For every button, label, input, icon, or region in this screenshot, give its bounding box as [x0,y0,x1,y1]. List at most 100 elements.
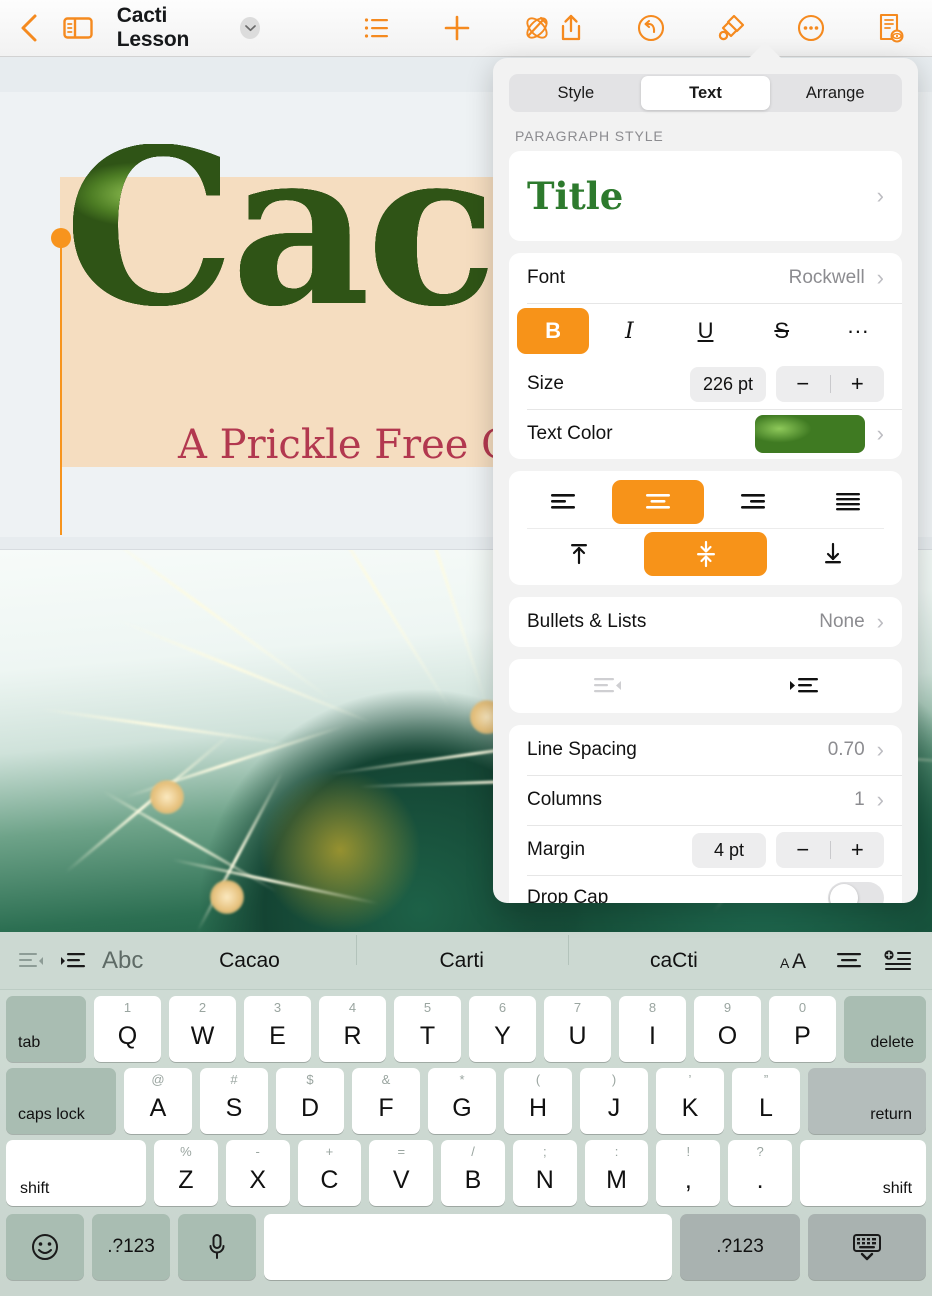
tab-arrange[interactable]: Arrange [770,76,900,110]
size-increment-button[interactable]: + [831,371,885,397]
key-o[interactable]: 9O [694,996,761,1062]
key-emoji[interactable] [6,1214,84,1280]
suggestion-3[interactable]: caCti [567,934,780,973]
key-y[interactable]: 6Y [469,996,536,1062]
font-row[interactable]: Font Rockwell › [509,253,902,303]
key-x[interactable]: -X [225,1140,290,1206]
key-caps-lock[interactable]: caps lock [6,1068,116,1134]
key-q[interactable]: 1Q [94,996,161,1062]
key-main-label: O [717,1021,738,1050]
key-shift-left[interactable]: shift [6,1140,146,1206]
margin-increment-button[interactable]: + [831,837,885,863]
key-v[interactable]: = V [369,1140,434,1206]
outdent-icon[interactable] [18,952,44,970]
suggestion-1[interactable]: Cacao [143,949,355,973]
align-bottom-button[interactable] [771,532,894,576]
key-delete[interactable]: delete [844,996,926,1062]
align-justify-button[interactable] [803,480,894,524]
key-s[interactable]: # S [200,1068,268,1134]
key-shift-right[interactable]: shift [800,1140,927,1206]
tab-text[interactable]: Text [640,76,771,110]
align-top-button[interactable] [517,532,640,576]
text-selection-handle[interactable] [51,228,71,248]
chevron-down-icon[interactable] [240,17,260,39]
bullets-row[interactable]: Bullets & Lists None › [509,597,902,647]
key-k[interactable]: ’ K [656,1068,724,1134]
key-b[interactable]: / B [441,1140,505,1206]
margin-value[interactable]: 4 pt [692,832,766,868]
key-t[interactable]: 5T [394,996,461,1062]
document-title[interactable]: Cacti Lesson [117,4,231,52]
key-c[interactable]: + C [297,1140,362,1206]
margin-decrement-button[interactable]: − [776,837,830,863]
key-numeric-right[interactable]: .?123 [680,1214,800,1280]
key-p[interactable]: 0P [769,996,836,1062]
paragraph-style-row[interactable]: Title › [509,151,902,241]
align-right-button[interactable] [708,480,799,524]
text-size-icon[interactable]: A A [780,950,814,972]
key-a[interactable]: @ A [124,1068,192,1134]
more-options-icon[interactable] [794,11,828,45]
text-color-row[interactable]: Text Color › [509,409,902,459]
insert-list-icon[interactable] [884,949,912,972]
size-value[interactable]: 226 pt [689,366,766,402]
key-numeric-left[interactable]: .?123 [92,1214,170,1280]
italic-button[interactable]: I [593,308,665,354]
key-j[interactable]: ) J [580,1068,648,1134]
key-g[interactable]: * G [428,1068,496,1134]
align-left-button[interactable] [517,480,608,524]
key-e[interactable]: 3E [244,996,311,1062]
drop-cap-row[interactable]: Drop Cap [509,875,902,903]
key-u[interactable]: 7U [544,996,611,1062]
smart-annotation-icon[interactable] [520,11,554,45]
suggestion-2[interactable]: Carti [355,934,568,973]
format-brush-icon[interactable] [714,11,748,45]
text-color-swatch[interactable] [754,415,865,453]
key-microphone[interactable] [178,1214,256,1280]
key-alt-label: 9 [723,1000,732,1015]
insert-icon[interactable] [440,11,474,45]
key-w[interactable]: 2W [169,996,236,1062]
indent-icon[interactable] [60,952,86,970]
key-comma[interactable]: !, [656,1140,721,1206]
decrease-indent-button[interactable] [509,659,706,713]
strikethrough-button[interactable]: S [746,308,818,354]
bullets-card[interactable]: Bullets & Lists None › [509,597,902,647]
align-middle-button[interactable] [644,532,767,576]
key-d[interactable]: $ D [276,1068,344,1134]
key-i[interactable]: 8I [619,996,686,1062]
increase-indent-button[interactable] [706,659,903,713]
key-main-label: E [269,1021,286,1050]
key-m[interactable]: :M [584,1140,649,1206]
key-f[interactable]: & F [352,1068,420,1134]
more-text-options-button[interactable]: ··· [822,308,894,354]
paragraph-style-card[interactable]: Title › [509,151,902,241]
key-n[interactable]: ; N [512,1140,577,1206]
share-icon[interactable] [554,11,588,45]
key-space[interactable] [264,1214,672,1280]
size-decrement-button[interactable]: − [776,371,830,397]
key-return[interactable]: return [808,1068,926,1134]
key-z[interactable]: % Z [154,1140,218,1206]
keyboard-row-3: shift % Z -X + C = V / B ; N :M !, ?. shift [0,1140,932,1206]
key-period[interactable]: ?. [728,1140,793,1206]
document-view-icon[interactable] [874,11,908,45]
tab-style[interactable]: Style [511,76,641,110]
columns-row[interactable]: Columns 1 › [509,775,902,825]
align-icon[interactable] [836,951,862,971]
undo-icon[interactable] [634,11,668,45]
key-h[interactable]: (H [504,1068,572,1134]
drop-cap-toggle[interactable] [828,882,884,903]
key-tab[interactable]: tab [6,996,86,1062]
align-center-button[interactable] [612,480,704,524]
bold-button[interactable]: B [517,308,590,354]
table-of-contents-icon[interactable] [360,11,394,45]
key-alt-label: ; [542,1144,547,1159]
key-l[interactable]: ” L [732,1068,800,1134]
underline-button[interactable]: U [669,308,741,354]
back-button[interactable] [14,11,44,45]
sidebar-toggle-icon[interactable] [62,11,93,45]
key-r[interactable]: 4R [319,996,386,1062]
line-spacing-row[interactable]: Line Spacing 0.70 › [509,725,902,775]
key-hide-keyboard[interactable] [808,1214,926,1280]
